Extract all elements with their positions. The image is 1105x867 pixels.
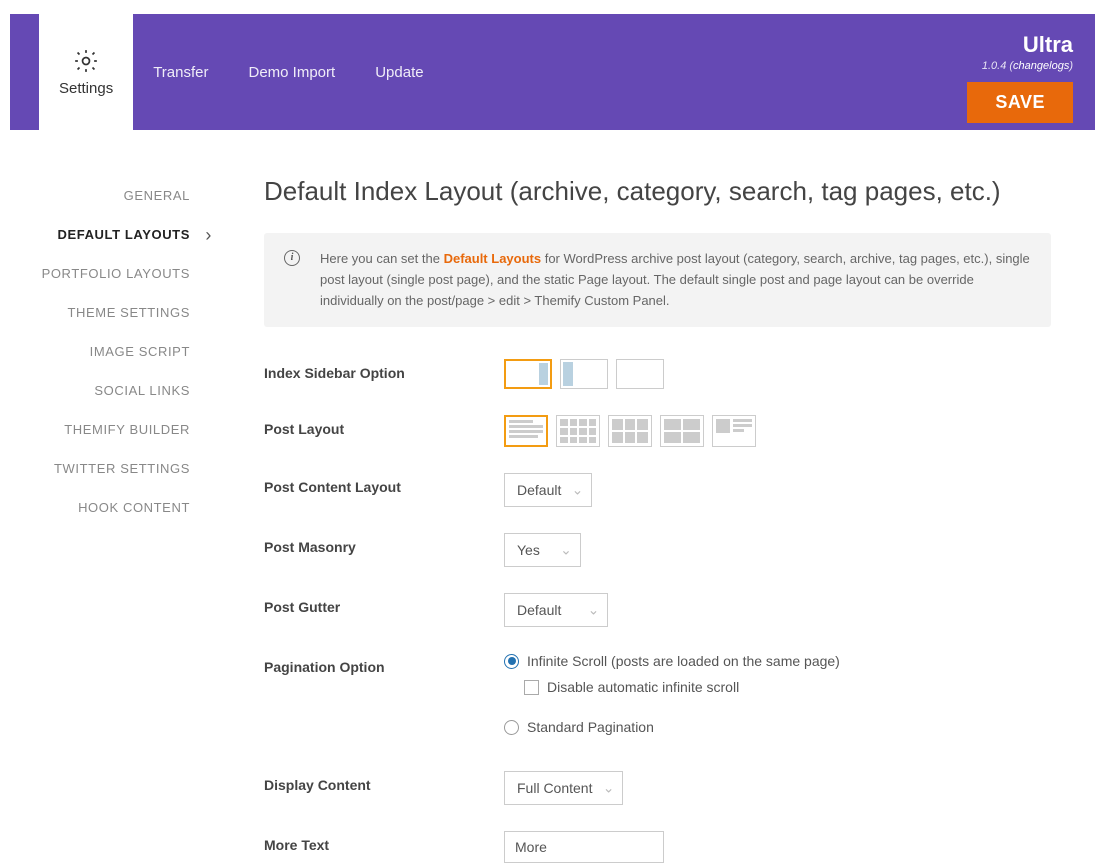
display-content-select[interactable]: Full Content⌄ (504, 771, 623, 805)
sidenav-twitter-settings[interactable]: TWITTER SETTINGS (10, 449, 234, 488)
chevron-down-icon: ⌄ (603, 780, 615, 797)
field-display-content: Display Content Full Content⌄ (264, 771, 1051, 805)
post-gutter-select[interactable]: Default⌄ (504, 593, 608, 627)
sidebar-left-option[interactable] (560, 359, 608, 389)
theme-name: Ultra (967, 32, 1073, 58)
sidenav-portfolio-layouts[interactable]: PORTFOLIO LAYOUTS (10, 254, 234, 293)
field-post-masonry: Post Masonry Yes⌄ (264, 533, 1051, 567)
sidebar-right-option[interactable] (504, 359, 552, 389)
changelogs-link[interactable]: changelogs (1013, 60, 1069, 72)
sidenav-social-links[interactable]: SOCIAL LINKS (10, 371, 234, 410)
field-post-layout: Post Layout (264, 415, 1051, 447)
header-tabs: Settings Transfer Demo Import Update (39, 14, 1095, 130)
page-title: Default Index Layout (archive, category,… (264, 176, 1051, 207)
post-content-layout-select[interactable]: Default⌄ (504, 473, 592, 507)
more-text-input[interactable] (504, 831, 664, 863)
post-layout-grid2[interactable] (660, 415, 704, 447)
tab-transfer[interactable]: Transfer (133, 14, 228, 130)
post-layout-list-thumb[interactable] (712, 415, 756, 447)
sidenav-hook-content[interactable]: HOOK CONTENT (10, 488, 234, 527)
sidenav-general[interactable]: GENERAL (10, 176, 234, 215)
field-pagination: Pagination Option Infinite Scroll (posts… (264, 653, 1051, 745)
theme-meta: Ultra 1.0.4 (changelogs) SAVE (967, 32, 1073, 123)
field-index-sidebar: Index Sidebar Option (264, 359, 1051, 389)
content: Default Index Layout (archive, category,… (234, 176, 1095, 867)
field-post-content-layout: Post Content Layout Default⌄ (264, 473, 1051, 507)
sidenav-theme-settings[interactable]: THEME SETTINGS (10, 293, 234, 332)
radio-standard-pagination[interactable] (504, 720, 519, 735)
field-post-gutter: Post Gutter Default⌄ (264, 593, 1051, 627)
topbar: Settings Transfer Demo Import Update Ult… (10, 14, 1095, 130)
sidenav-themify-builder[interactable]: THEMIFY BUILDER (10, 410, 234, 449)
post-layout-grid3[interactable] (608, 415, 652, 447)
info-icon: i (284, 250, 300, 266)
tab-demo-import[interactable]: Demo Import (229, 14, 356, 130)
post-masonry-select[interactable]: Yes⌄ (504, 533, 581, 567)
default-layouts-link[interactable]: Default Layouts (444, 251, 542, 266)
main: GENERAL DEFAULT LAYOUTS PORTFOLIO LAYOUT… (10, 130, 1095, 867)
checkbox-disable-auto-infinite[interactable] (524, 680, 539, 695)
tab-settings[interactable]: Settings (39, 14, 133, 130)
save-button[interactable]: SAVE (967, 82, 1073, 123)
tab-label: Settings (59, 80, 113, 97)
no-sidebar-option[interactable] (616, 359, 664, 389)
tab-update[interactable]: Update (355, 14, 443, 130)
theme-version: 1.0.4 (changelogs) (967, 60, 1073, 72)
sidenav-image-script[interactable]: IMAGE SCRIPT (10, 332, 234, 371)
radio-infinite-scroll[interactable] (504, 654, 519, 669)
sidenav-default-layouts[interactable]: DEFAULT LAYOUTS (10, 215, 234, 254)
field-more-text: More Text Display more link button in ex… (264, 831, 1051, 867)
post-layout-grid4[interactable] (556, 415, 600, 447)
chevron-down-icon: ⌄ (560, 542, 572, 559)
info-box: i Here you can set the Default Layouts f… (264, 233, 1051, 327)
post-layout-list[interactable] (504, 415, 548, 447)
sidenav: GENERAL DEFAULT LAYOUTS PORTFOLIO LAYOUT… (10, 176, 234, 867)
chevron-down-icon: ⌄ (572, 482, 584, 499)
chevron-down-icon: ⌄ (588, 602, 600, 619)
gear-icon (73, 48, 99, 74)
